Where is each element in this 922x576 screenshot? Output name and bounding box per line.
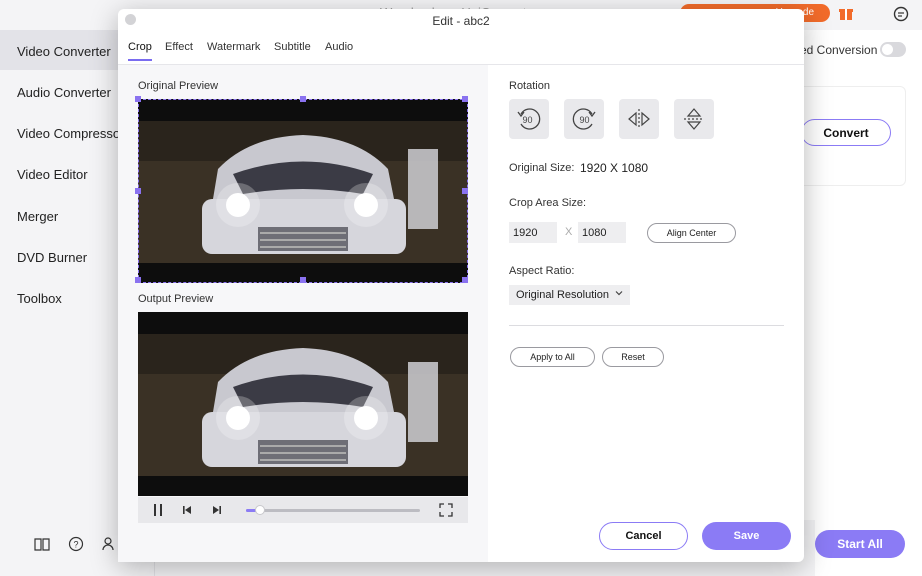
- crop-selection-frame[interactable]: [138, 99, 468, 283]
- chevron-down-icon: [615, 291, 623, 296]
- crop-handle-bottom-right[interactable]: [462, 277, 468, 283]
- original-size-value: 1920 X 1080: [580, 161, 649, 175]
- tab-watermark[interactable]: Watermark: [207, 41, 260, 59]
- help-icon[interactable]: ?: [68, 536, 84, 552]
- fullscreen-icon[interactable]: [438, 502, 454, 518]
- dialog-title: Edit - abc2: [432, 14, 490, 28]
- output-preview-label: Output Preview: [138, 293, 214, 305]
- output-video-frame: [138, 312, 468, 496]
- convert-button[interactable]: Convert: [801, 119, 891, 146]
- rotate-left-90-icon: 90: [517, 108, 541, 130]
- sidebar-item-dvd-burner[interactable]: DVD Burner: [17, 250, 87, 265]
- high-speed-conversion-label: ed Conversion: [800, 43, 878, 57]
- flip-horizontal-icon: [628, 109, 650, 129]
- feedback-icon[interactable]: [892, 5, 910, 23]
- flip-vertical-icon: [684, 108, 704, 130]
- cancel-button[interactable]: Cancel: [599, 522, 688, 550]
- high-speed-toggle[interactable]: [880, 42, 906, 57]
- book-icon[interactable]: [34, 536, 50, 552]
- aspect-ratio-value: Original Resolution: [516, 289, 609, 301]
- aspect-ratio-select[interactable]: Original Resolution: [509, 285, 630, 305]
- crop-handle-top[interactable]: [300, 96, 306, 102]
- crop-handle-left[interactable]: [135, 188, 141, 194]
- crop-handle-top-left[interactable]: [135, 96, 141, 102]
- original-size-label: Original Size:: [509, 162, 575, 174]
- sidebar-item-video-editor[interactable]: Video Editor: [17, 167, 88, 182]
- dialog-titlebar: Edit - abc2: [118, 9, 804, 33]
- svg-text:?: ?: [74, 540, 79, 550]
- pause-icon[interactable]: [150, 502, 166, 518]
- rotate-left-button[interactable]: 90: [509, 99, 549, 139]
- reset-button[interactable]: Reset: [602, 347, 664, 367]
- svg-text:90: 90: [523, 115, 533, 125]
- save-button[interactable]: Save: [702, 522, 791, 550]
- tab-audio[interactable]: Audio: [325, 41, 353, 59]
- output-preview: [138, 312, 468, 496]
- crop-handle-bottom[interactable]: [300, 277, 306, 283]
- crop-handle-bottom-left[interactable]: [135, 277, 141, 283]
- sidebar-item-toolbox[interactable]: Toolbox: [17, 291, 62, 306]
- crop-handle-right[interactable]: [462, 188, 468, 194]
- account-icon[interactable]: [102, 536, 118, 552]
- flip-vertical-button[interactable]: [674, 99, 714, 139]
- previous-frame-icon[interactable]: [179, 502, 195, 518]
- aspect-ratio-label: Aspect Ratio:: [509, 265, 575, 277]
- sidebar-item-video-compressor[interactable]: Video Compressor: [17, 126, 124, 141]
- svg-text:90: 90: [580, 115, 590, 125]
- rotation-label: Rotation: [509, 80, 550, 92]
- crop-height-input[interactable]: [578, 222, 626, 243]
- player-controls: [138, 497, 468, 523]
- tab-crop[interactable]: Crop: [128, 41, 152, 61]
- edit-dialog: Edit - abc2 Crop Effect Watermark Subtit…: [118, 9, 804, 562]
- sidebar-item-merger[interactable]: Merger: [17, 209, 58, 224]
- tab-subtitle[interactable]: Subtitle: [274, 41, 311, 59]
- progress-knob[interactable]: [255, 505, 265, 515]
- sidebar-item-audio-converter[interactable]: Audio Converter: [17, 85, 111, 100]
- gift-icon[interactable]: [838, 5, 854, 21]
- settings-divider: [509, 325, 784, 326]
- align-center-button[interactable]: Align Center: [647, 223, 736, 243]
- next-frame-icon[interactable]: [209, 502, 225, 518]
- progress-track[interactable]: [246, 509, 420, 512]
- rotate-right-90-icon: 90: [572, 108, 596, 130]
- crop-width-input[interactable]: [509, 222, 557, 243]
- apply-to-all-button[interactable]: Apply to All: [510, 347, 595, 367]
- rotate-right-button[interactable]: 90: [564, 99, 604, 139]
- crop-handle-top-right[interactable]: [462, 96, 468, 102]
- original-preview-label: Original Preview: [138, 80, 219, 92]
- flip-horizontal-button[interactable]: [619, 99, 659, 139]
- sidebar-item-video-converter[interactable]: Video Converter: [17, 44, 111, 59]
- start-all-button[interactable]: Start All: [815, 530, 905, 558]
- tab-effect[interactable]: Effect: [165, 41, 193, 59]
- crop-area-size-label: Crop Area Size:: [509, 197, 587, 209]
- crop-size-separator: X: [565, 226, 573, 238]
